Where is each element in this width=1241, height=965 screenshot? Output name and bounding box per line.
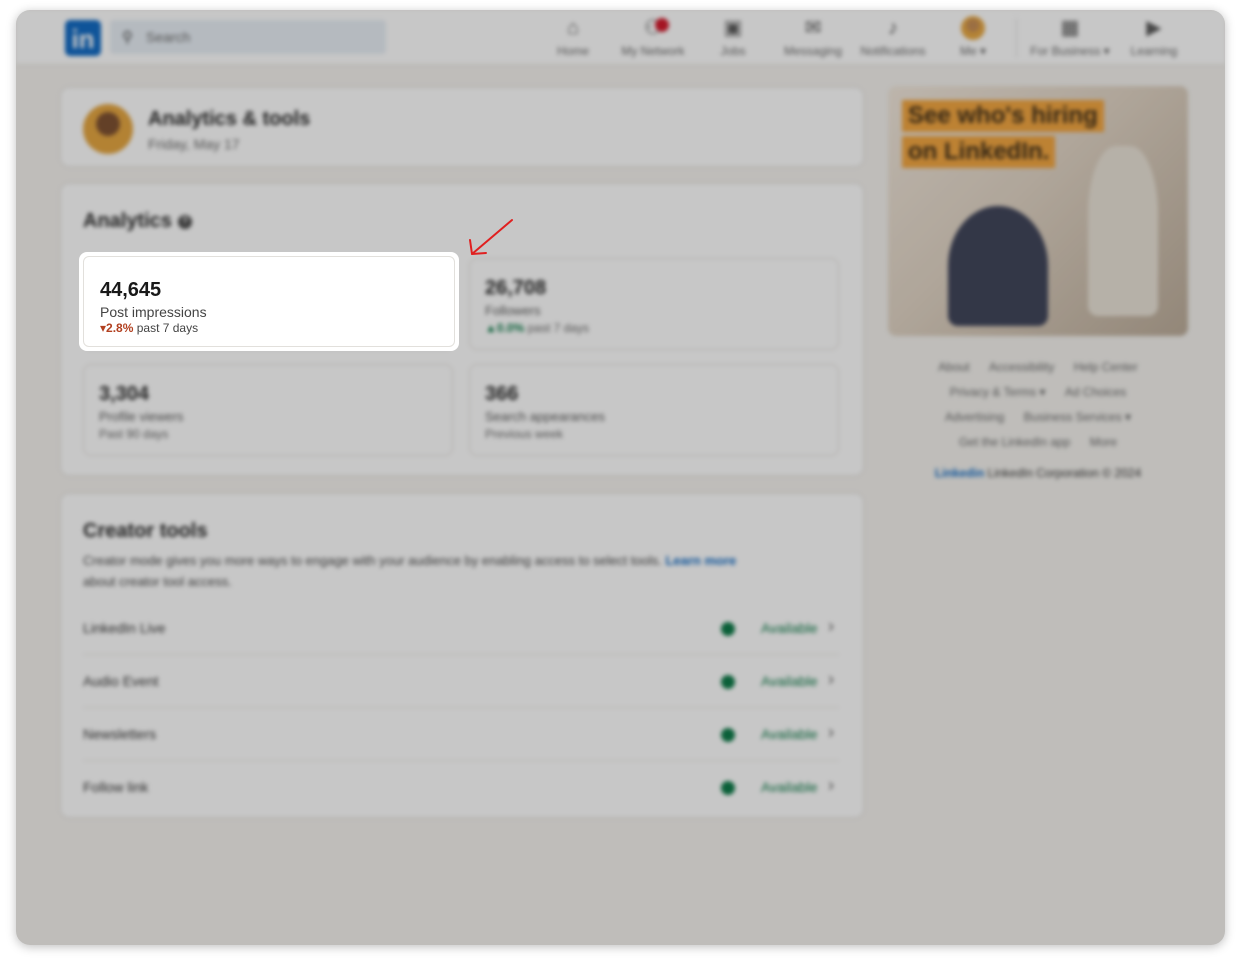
post-impressions-label: Post impressions [100, 304, 207, 320]
dim-overlay [16, 10, 1225, 945]
annotation-arrow-icon [469, 219, 513, 255]
post-impressions-value: 44,645 [100, 279, 162, 301]
browser-frame: in ⚲ Search ⌂ Home ⚇ My Network ▣ Jobs ✉… [16, 10, 1225, 945]
highlighted-post-impressions[interactable]: 44,645 Post impressions ▾2.8% past 7 day… [79, 252, 459, 351]
stat-card-inner: 44,645 Post impressions ▾2.8% past 7 day… [83, 256, 455, 347]
post-impressions-change: ▾2.8% past 7 days [100, 321, 199, 335]
